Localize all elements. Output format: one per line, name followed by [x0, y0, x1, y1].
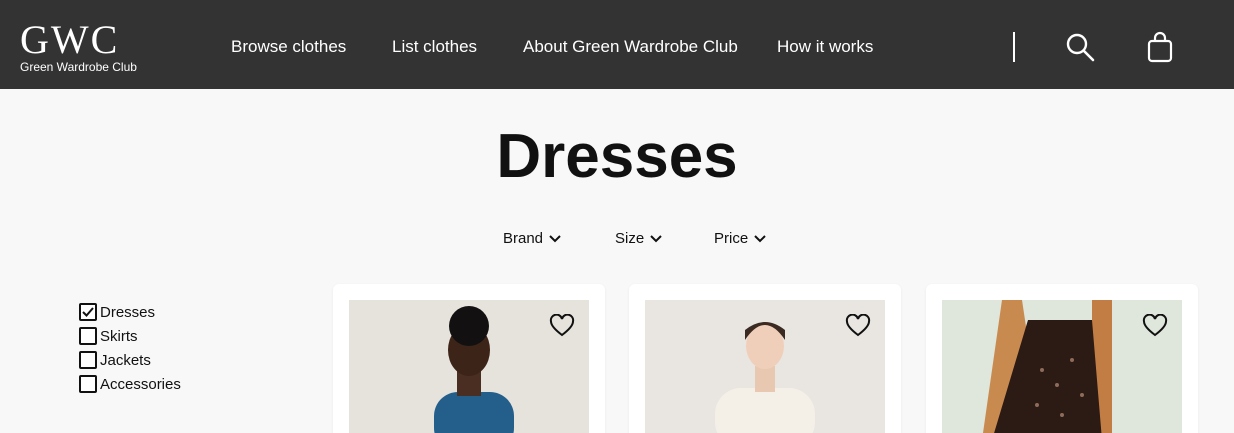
category-skirts[interactable]: Skirts [79, 327, 138, 345]
product-card[interactable] [629, 284, 901, 433]
checkbox-dresses[interactable] [79, 303, 97, 321]
product-card[interactable] [926, 284, 1198, 433]
nav-divider [1013, 32, 1015, 62]
nav-how-it-works[interactable]: How it works [777, 36, 873, 58]
chevron-down-icon [754, 234, 766, 242]
cart-button[interactable] [1143, 30, 1177, 64]
category-label: Accessories [100, 375, 181, 393]
logo-subtitle: Green Wardrobe Club [20, 60, 137, 74]
filter-size[interactable]: Size [615, 230, 662, 247]
product-image[interactable] [349, 300, 589, 433]
product-card[interactable] [333, 284, 605, 433]
chevron-down-icon [650, 234, 662, 242]
shopping-bag-icon [1147, 31, 1173, 63]
checkbox-jackets[interactable] [79, 351, 97, 369]
filter-brand-label: Brand [503, 230, 544, 247]
search-icon [1066, 33, 1095, 62]
logo[interactable]: GWC Green Wardrobe Club [20, 17, 137, 75]
filter-price[interactable]: Price [714, 230, 766, 247]
category-dresses[interactable]: Dresses [79, 303, 155, 321]
top-navbar: GWC Green Wardrobe Club Browse clothes L… [0, 0, 1234, 89]
nav-about[interactable]: About Green Wardrobe Club [523, 36, 738, 58]
nav-browse-clothes[interactable]: Browse clothes [231, 36, 346, 58]
logo-mark: GWC [20, 17, 120, 62]
category-label: Skirts [100, 327, 138, 345]
category-label: Dresses [100, 303, 156, 321]
checkbox-accessories[interactable] [79, 375, 97, 393]
search-button[interactable] [1063, 30, 1097, 64]
product-image[interactable] [645, 300, 885, 433]
filter-brand[interactable]: Brand [503, 230, 561, 247]
category-accessories[interactable]: Accessories [79, 375, 181, 393]
page-title: Dresses [496, 122, 738, 191]
checkmark-icon [82, 307, 94, 317]
heart-icon[interactable] [1142, 314, 1168, 338]
checkbox-skirts[interactable] [79, 327, 97, 345]
chevron-down-icon [549, 234, 561, 242]
heart-icon[interactable] [845, 314, 871, 338]
category-jackets[interactable]: Jackets [79, 351, 151, 369]
category-label: Jackets [100, 351, 151, 369]
nav-list-clothes[interactable]: List clothes [392, 36, 477, 58]
product-image[interactable] [942, 300, 1182, 433]
filter-size-label: Size [615, 230, 645, 247]
heart-icon[interactable] [549, 314, 575, 338]
filter-price-label: Price [714, 230, 749, 247]
